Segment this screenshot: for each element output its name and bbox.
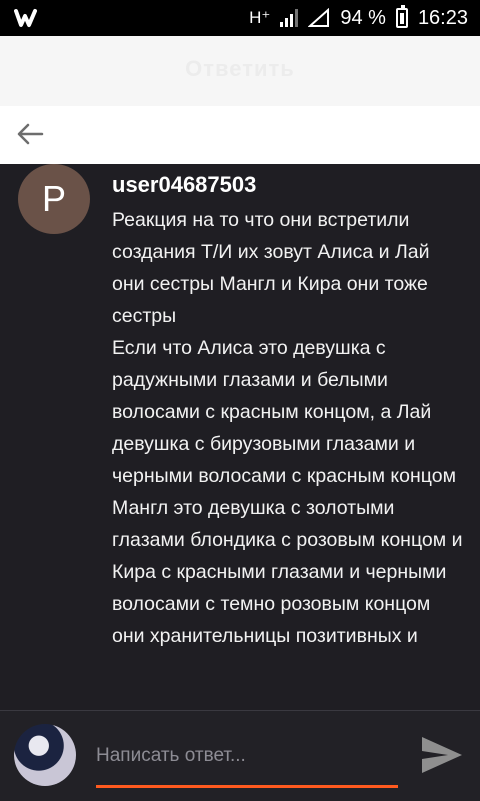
input-underline <box>96 785 398 788</box>
battery-icon <box>395 5 408 28</box>
comment-paragraph: Реакция на то что они встретили создания… <box>112 209 430 327</box>
wattpad-logo-icon <box>14 9 37 27</box>
signal-icon <box>280 9 299 27</box>
nav-bar <box>0 106 480 164</box>
battery-percent: 94 % <box>340 6 386 29</box>
network-type-label: H⁺ <box>249 8 271 27</box>
page-title: Ответить <box>185 56 295 81</box>
send-icon <box>422 737 462 773</box>
clock-time: 16:23 <box>417 6 468 29</box>
status-bar: H⁺ 94 % 16:23 <box>0 0 480 36</box>
no-sim-signal-icon <box>308 8 330 27</box>
comment: P user04687503 Реакция на то что они вст… <box>0 164 480 710</box>
comment-paragraph: Если что Алиса это девушка с радужными г… <box>112 337 456 487</box>
send-button[interactable] <box>418 733 466 777</box>
comment-username[interactable]: user04687503 <box>112 172 256 198</box>
current-user-avatar <box>14 724 76 786</box>
header-bar: Ответить <box>0 36 480 106</box>
back-button[interactable] <box>8 112 52 156</box>
avatar[interactable]: P <box>18 164 90 234</box>
comment-body: Реакция на то что они встретили создания… <box>112 204 464 652</box>
avatar-letter: P <box>41 178 66 219</box>
comment-paragraph: Мангл это девушка с золотыми глазами бло… <box>112 497 463 647</box>
arrow-left-icon <box>17 123 44 145</box>
reply-bar <box>0 710 480 801</box>
reply-input[interactable] <box>96 739 396 773</box>
